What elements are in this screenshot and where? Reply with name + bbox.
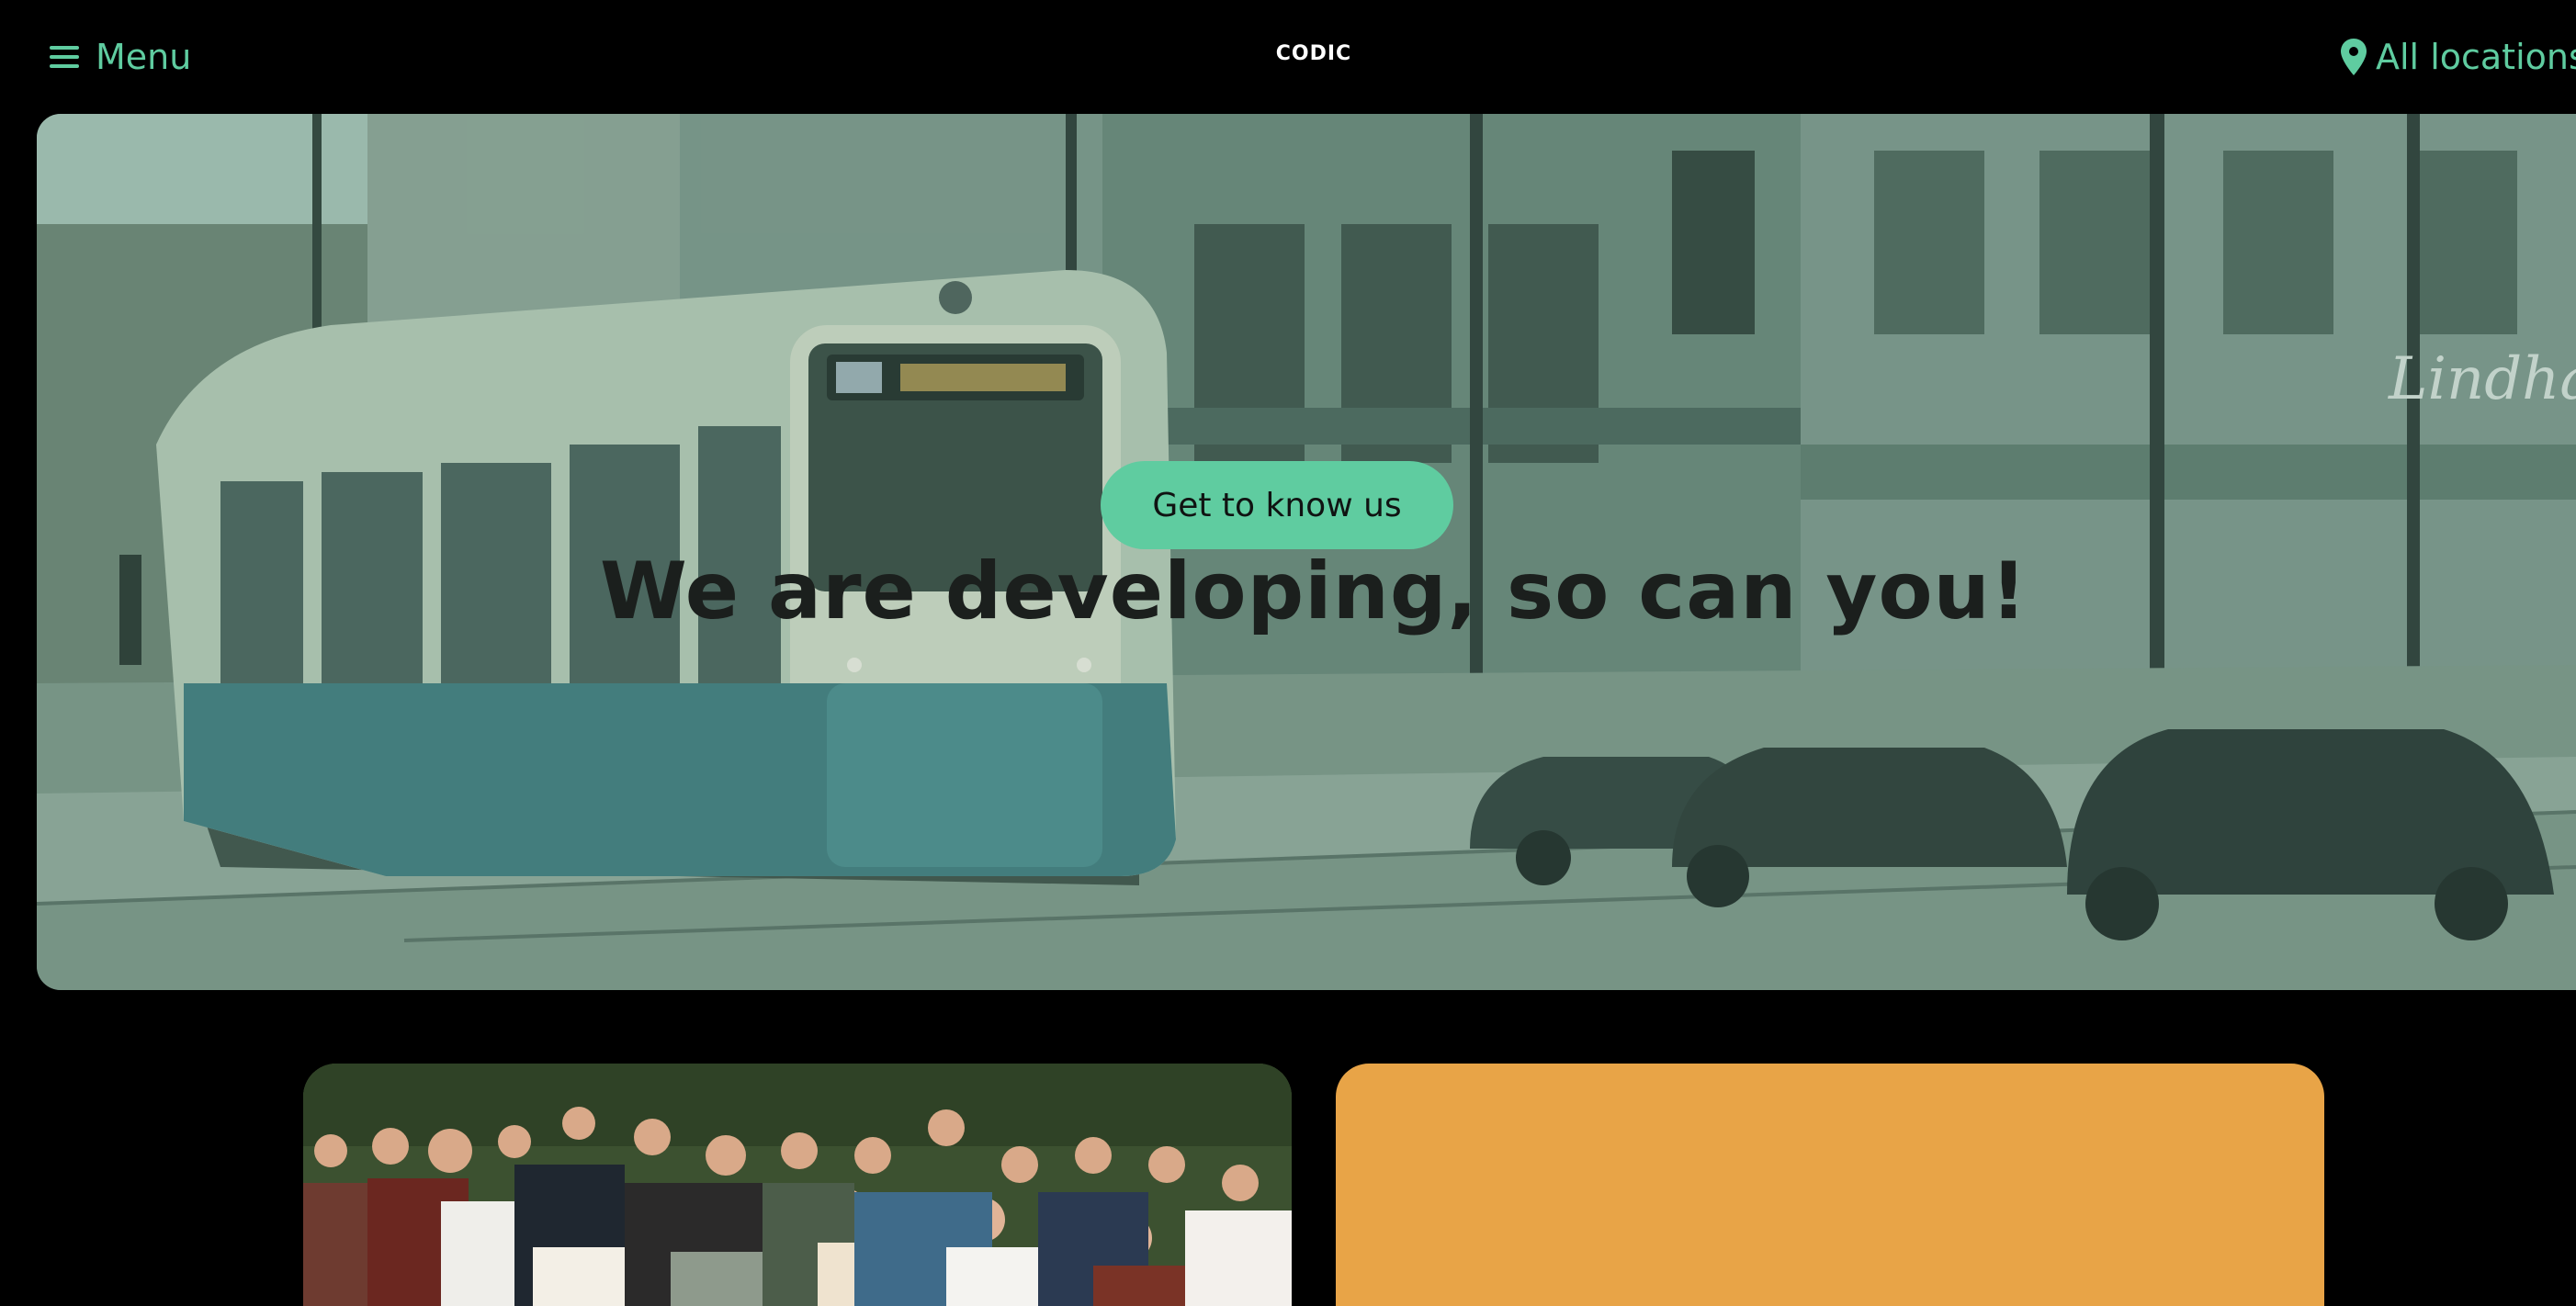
menu-button[interactable]: Menu — [50, 33, 191, 81]
all-locations-button[interactable]: All locations — [2341, 33, 2576, 81]
map-pin-icon — [2341, 39, 2367, 75]
site-header: Menu CODIC All locations — [0, 0, 2576, 112]
team-group-photo — [303, 1064, 1292, 1306]
page: Menu CODIC All locations Lindh We are de… — [0, 0, 2576, 1306]
all-locations-label: All locations — [2376, 37, 2576, 77]
hamburger-icon — [50, 44, 79, 70]
orange-card[interactable] — [1336, 1064, 2324, 1306]
hero-banner: Lindhags We are developing, so can you! — [37, 114, 2576, 990]
team-photo-card[interactable] — [303, 1064, 1292, 1306]
hero-title: We are developing, so can you! — [599, 546, 2028, 637]
site-logo[interactable]: CODIC — [1231, 42, 1396, 65]
get-to-know-us-button[interactable]: Get to know us — [1101, 461, 1453, 549]
menu-label: Menu — [96, 37, 192, 77]
